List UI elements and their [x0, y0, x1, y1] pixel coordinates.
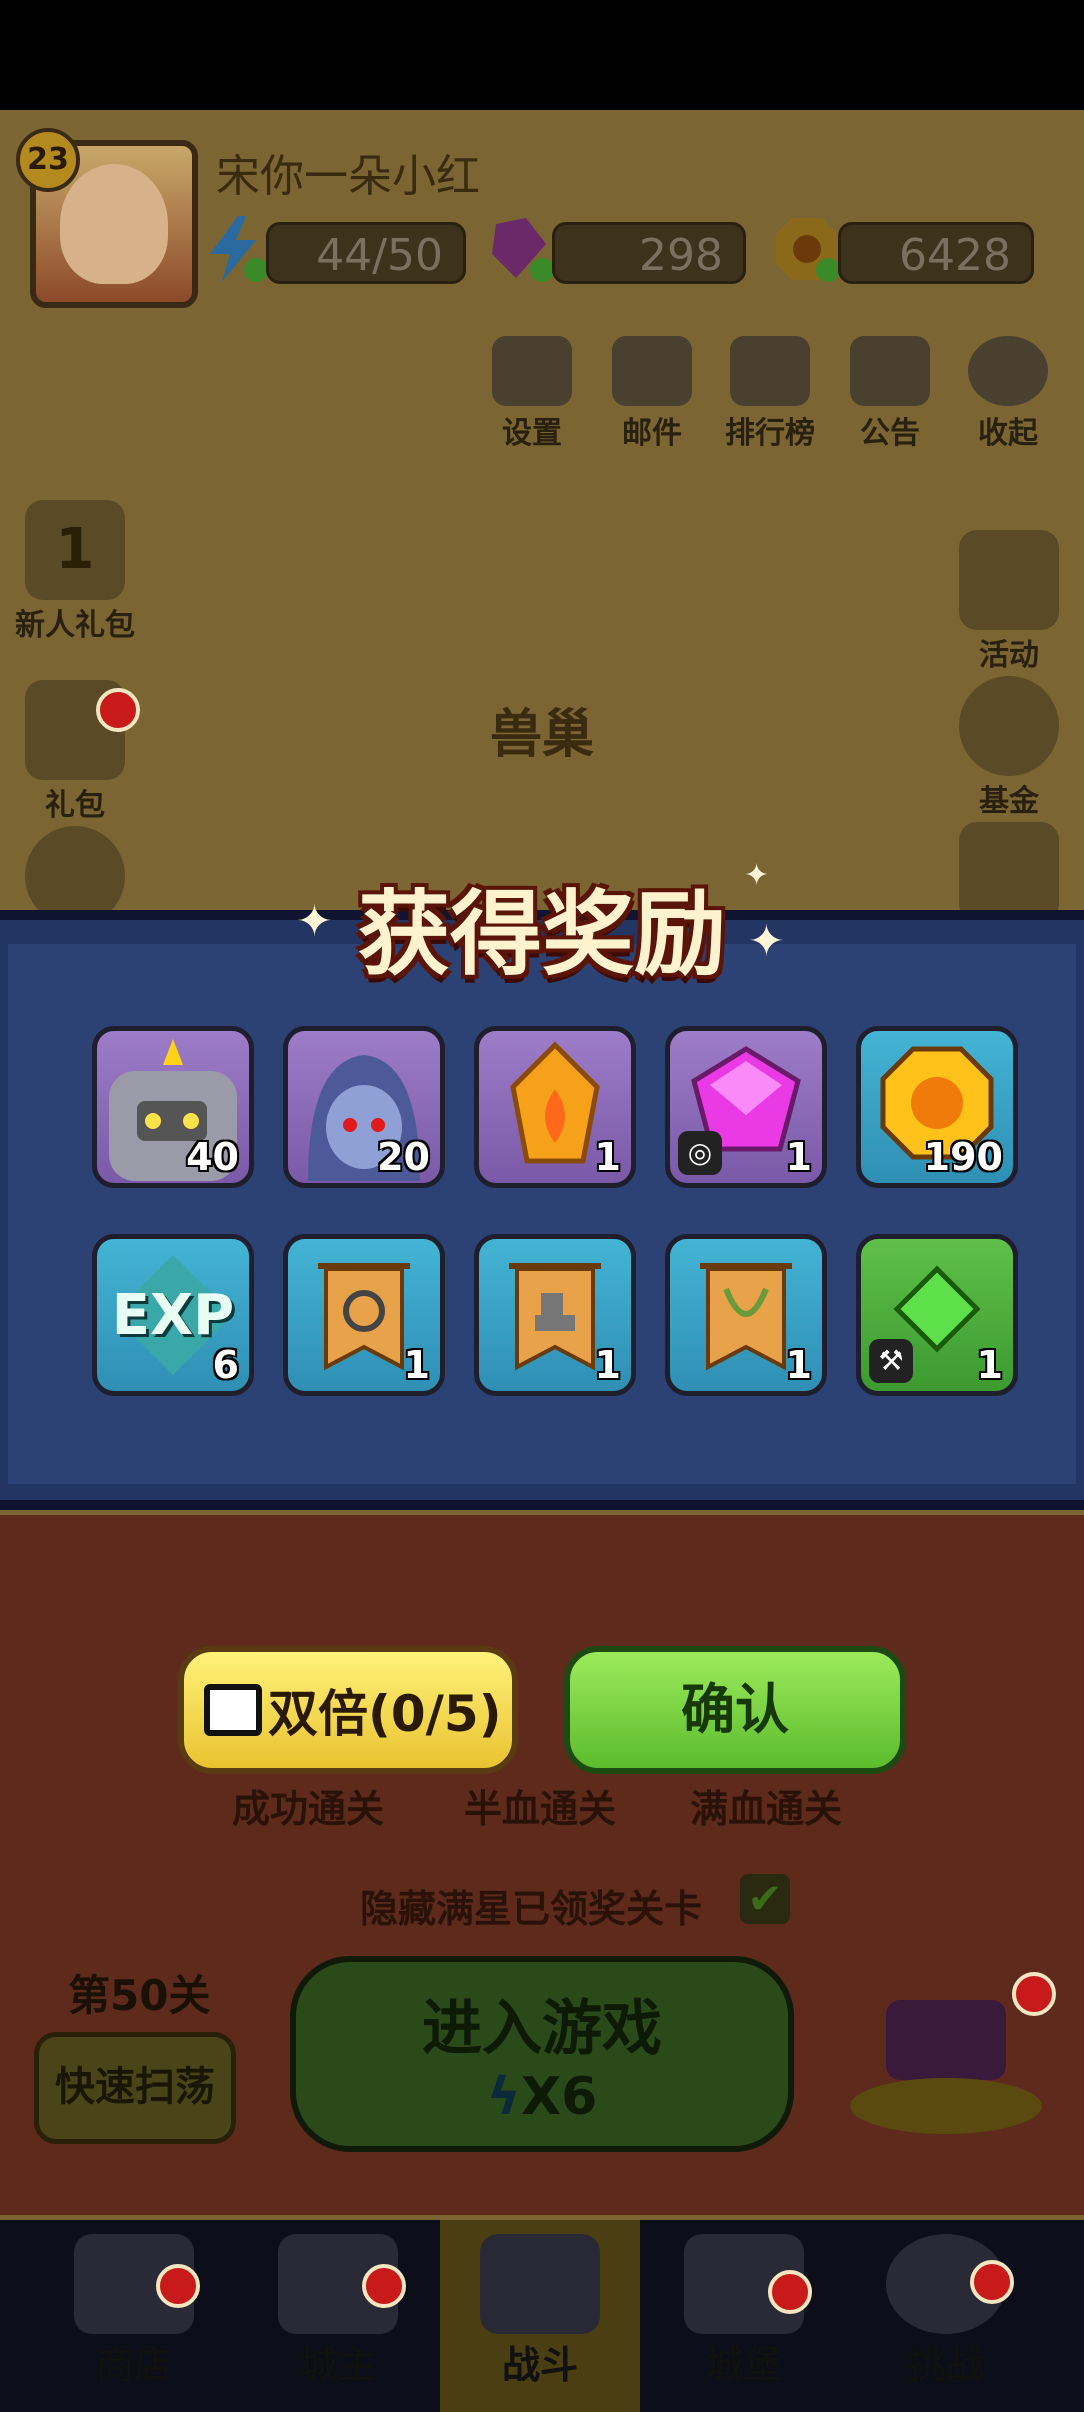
reward-item-purple-gem[interactable]: ◎ 1 — [665, 1026, 827, 1188]
notification-dot — [362, 2264, 406, 2308]
nav-battle[interactable]: 战斗 — [440, 2220, 640, 2412]
notification-dot — [1012, 1972, 1056, 2016]
enter-game-label: 进入游戏 — [422, 1994, 662, 2064]
newbie-pack-label: 新人礼包 — [15, 608, 135, 643]
item-quantity: 20 — [377, 1135, 430, 1179]
item-quantity: 1 — [594, 1135, 621, 1179]
reward-item-gold-coin[interactable]: 190 — [856, 1026, 1018, 1188]
reward-item-ring-blueprint[interactable]: 1 — [283, 1234, 445, 1396]
stage-number: 第50关 — [68, 1971, 211, 2020]
item-quantity: 1 — [976, 1343, 1003, 1387]
nav-challenge[interactable]: 挑战 — [846, 2220, 1046, 2412]
activity-label: 活动 — [979, 638, 1039, 673]
gem-add-icon[interactable] — [486, 214, 556, 284]
sparkle-icon: ✦ — [296, 896, 333, 947]
tv-icon — [204, 1684, 262, 1736]
fund-label: 基金 — [979, 784, 1039, 819]
newbie-pack-button[interactable]: 1 新人礼包 — [10, 500, 140, 644]
notification-dot — [156, 2264, 200, 2308]
stage-name: 兽巢 — [489, 705, 594, 765]
item-quantity: 190 — [923, 1135, 1003, 1179]
level-badge: 23 — [16, 128, 80, 192]
play-icon — [968, 336, 1048, 406]
reward-item-robot-shard[interactable]: 40 — [92, 1026, 254, 1188]
mail-icon — [612, 336, 692, 406]
announcement-button[interactable]: 公告 — [842, 336, 938, 451]
star-condition-1: 成功通关 — [232, 1787, 385, 1831]
reward-item-dark-elf-shard[interactable]: 20 — [283, 1026, 445, 1188]
megaphone-icon — [850, 336, 930, 406]
nav-shop[interactable]: 商店 — [34, 2220, 234, 2412]
collapse-button[interactable]: 收起 — [960, 336, 1056, 451]
reward-item-necklace-blueprint[interactable]: 1 — [665, 1234, 827, 1396]
star-condition-2: 半血通关 — [464, 1787, 617, 1831]
energy-cost: X6 — [521, 2067, 598, 2127]
status-bar — [0, 0, 1084, 110]
gift-box-icon — [959, 530, 1059, 630]
reward-item-boots-blueprint[interactable]: 1 — [474, 1234, 636, 1396]
avatar-face — [60, 164, 168, 284]
item-quantity: 1 — [403, 1343, 430, 1387]
notification-dot — [768, 2270, 812, 2314]
item-quantity: 40 — [186, 1135, 239, 1179]
leaderboard-button[interactable]: 排行榜 — [722, 336, 818, 451]
star-condition-3: 满血通关 — [690, 1787, 843, 1831]
confirm-label: 确认 — [681, 1678, 789, 1741]
quick-sweep-button[interactable]: 快速扫荡 — [34, 2032, 236, 2144]
nav-battle-label: 战斗 — [501, 2343, 578, 2387]
notification-dot — [970, 2260, 1014, 2304]
double-reward-label: 双倍(0/5) — [268, 1685, 502, 1743]
exp-text: EXP — [111, 1283, 235, 1348]
leaderboard-label: 排行榜 — [725, 416, 815, 451]
hide-completed-label: 隐藏满星已领奖关卡 — [360, 1887, 703, 1931]
mail-button[interactable]: 邮件 — [604, 336, 700, 451]
reward-modal — [0, 910, 1084, 1510]
crossed-swords-icon — [480, 2234, 600, 2334]
confirm-button[interactable]: 确认 — [564, 1646, 906, 1774]
hide-completed-checkbox[interactable]: ✔ — [740, 1874, 790, 1924]
reward-modal-panel — [8, 944, 1076, 1484]
gear-icon — [492, 336, 572, 406]
item-quantity: 1 — [785, 1343, 812, 1387]
coin-value: 6428 — [838, 222, 1034, 284]
energy-value: 44/50 — [266, 222, 466, 284]
gem-value: 298 — [552, 222, 746, 284]
double-reward-button[interactable]: 双倍(0/5) — [178, 1646, 518, 1774]
nav-shop-label: 商店 — [95, 2343, 172, 2387]
hammer-icon: ⚒ — [869, 1339, 913, 1383]
collapse-label: 收起 — [978, 416, 1038, 451]
settings-button[interactable]: 设置 — [484, 336, 580, 451]
reward-item-green-gem[interactable]: ⚒ 1 — [856, 1234, 1018, 1396]
ring-icon: ◎ — [678, 1131, 722, 1175]
nav-castle[interactable]: 城堡 — [644, 2220, 844, 2412]
nav-lord-label: 城主 — [299, 2343, 376, 2387]
nav-challenge-label: 挑战 — [907, 2343, 984, 2387]
enter-game-button[interactable]: 进入游戏 ϟX6 — [290, 1956, 794, 2152]
settings-label: 设置 — [502, 416, 562, 451]
activity-button[interactable]: 活动 — [944, 530, 1074, 674]
item-quantity: 1 — [785, 1135, 812, 1179]
player-name: 宋你一朵小红 — [216, 151, 480, 202]
reward-item-exp[interactable]: EXP 6 — [92, 1234, 254, 1396]
gift-pack-label: 礼包 — [45, 788, 105, 823]
bar-chart-icon — [730, 336, 810, 406]
item-quantity: 6 — [212, 1343, 239, 1387]
newbie-badge: 1 — [25, 500, 125, 600]
sparkle-icon: ✦ — [744, 858, 770, 893]
sparkle-icon: ✦ — [748, 916, 785, 967]
reward-title: 获得奖励 — [357, 881, 726, 988]
nav-lord[interactable]: 城主 — [238, 2220, 438, 2412]
energy-icon[interactable] — [200, 214, 270, 284]
energy-icon: ϟ — [486, 2067, 522, 2127]
announcement-label: 公告 — [860, 416, 920, 451]
mail-label: 邮件 — [622, 416, 682, 451]
coin-add-icon[interactable] — [772, 214, 842, 284]
nav-castle-label: 城堡 — [705, 2343, 782, 2387]
item-quantity: 1 — [594, 1343, 621, 1387]
reward-item-fire-crystal[interactable]: 1 — [474, 1026, 636, 1188]
